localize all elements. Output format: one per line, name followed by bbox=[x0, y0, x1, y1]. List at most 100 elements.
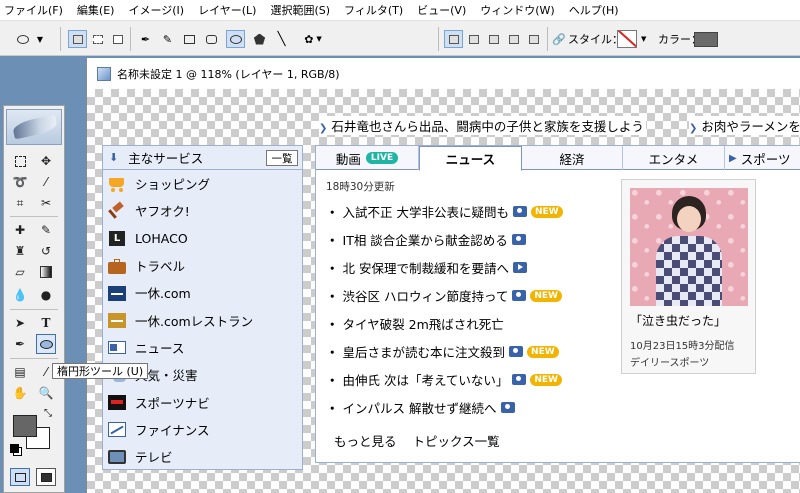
paths-button[interactable] bbox=[88, 30, 107, 48]
headline-text: 入試不正 大学非公表に疑問も bbox=[342, 205, 509, 220]
menu-window[interactable]: ウィンドウ(W) bbox=[480, 2, 554, 18]
service-item-tv[interactable]: テレビ bbox=[103, 443, 302, 470]
swap-colors-icon[interactable]: ⤡ bbox=[44, 408, 52, 419]
service-item-travel[interactable]: トラベル bbox=[103, 252, 302, 279]
slice-tool[interactable]: ✂ bbox=[36, 193, 56, 213]
headline[interactable]: ・ タイヤ破裂 2m飛ばされ死亡 bbox=[326, 314, 504, 333]
feature-article[interactable]: 「泣き虫だった」 10月23日15時3分配信 デイリースポーツ bbox=[621, 179, 756, 374]
standard-mode-icon bbox=[14, 472, 26, 482]
menu-filter[interactable]: フィルタ(T) bbox=[344, 2, 403, 18]
service-item-sportsnavi[interactable]: スポーツナビ bbox=[103, 388, 302, 415]
pen-tool-button[interactable]: ✒ bbox=[136, 30, 155, 48]
menu-select[interactable]: 選択範囲(S) bbox=[270, 2, 330, 18]
link-icon[interactable]: 🔗 bbox=[552, 30, 566, 48]
menu-help[interactable]: ヘルプ(H) bbox=[569, 2, 619, 18]
freeform-pen-button[interactable]: ✎ bbox=[158, 30, 177, 48]
type-tool[interactable]: T bbox=[36, 313, 56, 333]
tab-sports[interactable]: ▶ スポーツ bbox=[725, 146, 800, 170]
headline[interactable]: ・ 由伸氏 次は「考えていない」 NEW bbox=[326, 370, 562, 389]
healing-brush-tool[interactable]: ✚ bbox=[10, 220, 30, 240]
ellipse-tool[interactable] bbox=[36, 334, 56, 354]
history-brush-tool[interactable]: ↺ bbox=[36, 241, 56, 261]
gradient-tool[interactable] bbox=[36, 262, 56, 282]
canvas[interactable]: ❯ 石井竜也さんら出品、闘病中の子供と家族を支援しよう ❯ お肉やラーメンを ⬇ 主… bbox=[87, 89, 800, 493]
headline[interactable]: ・ 入試不正 大学非公表に疑問も NEW bbox=[326, 202, 563, 221]
feature-photo[interactable] bbox=[630, 188, 748, 306]
new-shape-area-button[interactable] bbox=[444, 30, 463, 48]
subtract-shape-area-button[interactable] bbox=[484, 30, 503, 48]
dodge-tool[interactable]: ● bbox=[36, 285, 56, 305]
fill-pixels-button[interactable] bbox=[108, 30, 127, 48]
style-picker[interactable]: ▼ bbox=[617, 30, 646, 48]
tool-preset-picker[interactable]: ▼ bbox=[10, 30, 50, 48]
magic-wand-tool[interactable]: ⁄ bbox=[36, 172, 56, 192]
marquee-tool[interactable] bbox=[10, 151, 30, 171]
menu-layer[interactable]: レイヤー(L) bbox=[198, 2, 256, 18]
tab-economy[interactable]: 経済 bbox=[522, 146, 623, 170]
add-shape-area-button[interactable] bbox=[464, 30, 483, 48]
updated-time: 18時30分更新 bbox=[326, 181, 395, 193]
service-label: ショッピング bbox=[135, 177, 211, 193]
headline[interactable]: ・ 皇后さまが読む本に注文殺到 NEW bbox=[326, 342, 559, 361]
default-colors-icon[interactable] bbox=[10, 444, 19, 453]
clone-stamp-tool[interactable]: ♜ bbox=[10, 241, 30, 261]
magnifier-icon: 🔍 bbox=[38, 386, 54, 400]
tab-video[interactable]: 動画 LIVE bbox=[316, 146, 419, 170]
service-item-news[interactable]: ニュース bbox=[103, 334, 302, 361]
brush-tool[interactable]: ✎ bbox=[36, 220, 56, 240]
service-label: スポーツナビ bbox=[135, 395, 210, 411]
move-tool[interactable]: ✥ bbox=[36, 151, 56, 171]
foreground-color-swatch[interactable] bbox=[13, 415, 37, 437]
headline[interactable]: ・ IT相 談合企業から献金認める bbox=[326, 230, 526, 249]
ellipse-shape-button[interactable] bbox=[226, 30, 245, 48]
blur-tool[interactable]: 💧 bbox=[10, 285, 30, 305]
path-selection-tool[interactable]: ➤ bbox=[10, 313, 30, 333]
service-item-finance[interactable]: ファイナンス bbox=[103, 416, 302, 443]
lasso-tool[interactable]: ➰ bbox=[10, 172, 30, 192]
document-title: 名称未設定 1 @ 118% (レイヤー 1, RGB/8) bbox=[117, 67, 340, 81]
crop-tool[interactable]: ⌗ bbox=[10, 193, 30, 213]
custom-shape-button[interactable]: ✿ ▼ bbox=[296, 30, 330, 48]
hand-tool[interactable]: ✋ bbox=[10, 383, 30, 403]
headline[interactable]: ・ 渋谷区 ハロウィン節度持って NEW bbox=[326, 286, 562, 305]
ticker-item-2[interactable]: ❯ お肉やラーメンを bbox=[689, 116, 800, 135]
menu-edit[interactable]: 編集(E) bbox=[77, 2, 115, 18]
intersect-shape-area-button[interactable] bbox=[504, 30, 523, 48]
exclude-shape-area-button[interactable] bbox=[524, 30, 543, 48]
toolbox-header-feather-logo[interactable] bbox=[6, 109, 62, 145]
rounded-rect-shape-button[interactable] bbox=[202, 30, 221, 48]
notes-tool[interactable]: ▤ bbox=[10, 362, 30, 382]
quick-mask-button[interactable] bbox=[36, 468, 56, 486]
service-item-shopping[interactable]: ショッピング bbox=[103, 170, 302, 197]
stamp-icon: ♜ bbox=[14, 244, 26, 258]
tab-entertainment[interactable]: エンタメ bbox=[623, 146, 725, 170]
service-item-auction[interactable]: ヤフオク! bbox=[103, 197, 302, 224]
color-swatch[interactable] bbox=[694, 30, 718, 48]
ticker-item-1[interactable]: ❯ 石井竜也さんら出品、闘病中の子供と家族を支援しよう bbox=[319, 116, 646, 135]
menu-file[interactable]: ファイル(F) bbox=[4, 2, 63, 18]
tab-news[interactable]: ニュース bbox=[419, 146, 522, 171]
eraser-tool[interactable]: ▱ bbox=[10, 262, 30, 282]
chevron-down-icon: ▼ bbox=[641, 35, 647, 43]
rectangle-shape-button[interactable] bbox=[180, 30, 199, 48]
menu-view[interactable]: ビュー(V) bbox=[417, 2, 466, 18]
document-title-bar[interactable]: 名称未設定 1 @ 118% (レイヤー 1, RGB/8) bbox=[87, 58, 800, 89]
shape-layers-button[interactable] bbox=[68, 30, 87, 48]
service-item-ikyu-restaurant[interactable]: 一休.comレストラン bbox=[103, 306, 302, 333]
service-item-ikyu[interactable]: 一休.com bbox=[103, 279, 302, 306]
topics-list-link[interactable]: トピックス一覧 bbox=[413, 434, 500, 449]
menu-image[interactable]: イメージ(I) bbox=[128, 2, 184, 18]
service-item-lohaco[interactable]: L LOHACO bbox=[103, 225, 302, 252]
tv-icon bbox=[108, 449, 126, 465]
headline[interactable]: ・ 北 安保理で制裁緩和を要請へ bbox=[326, 258, 527, 277]
headline[interactable]: ・ インパルス 解散せず継続へ bbox=[326, 398, 515, 417]
polygon-shape-button[interactable] bbox=[250, 30, 269, 48]
services-all-button[interactable]: 一覧 bbox=[266, 150, 298, 166]
standard-mode-button[interactable] bbox=[10, 468, 30, 486]
zoom-tool[interactable]: 🔍 bbox=[36, 383, 56, 403]
feature-caption[interactable]: 「泣き虫だった」 bbox=[630, 312, 747, 329]
headline-text: インパルス 解散せず継続へ bbox=[342, 401, 497, 416]
more-link[interactable]: もっと見る bbox=[334, 434, 397, 449]
pen-tool[interactable]: ✒ bbox=[10, 334, 30, 354]
line-shape-button[interactable]: ╲ bbox=[272, 30, 291, 48]
